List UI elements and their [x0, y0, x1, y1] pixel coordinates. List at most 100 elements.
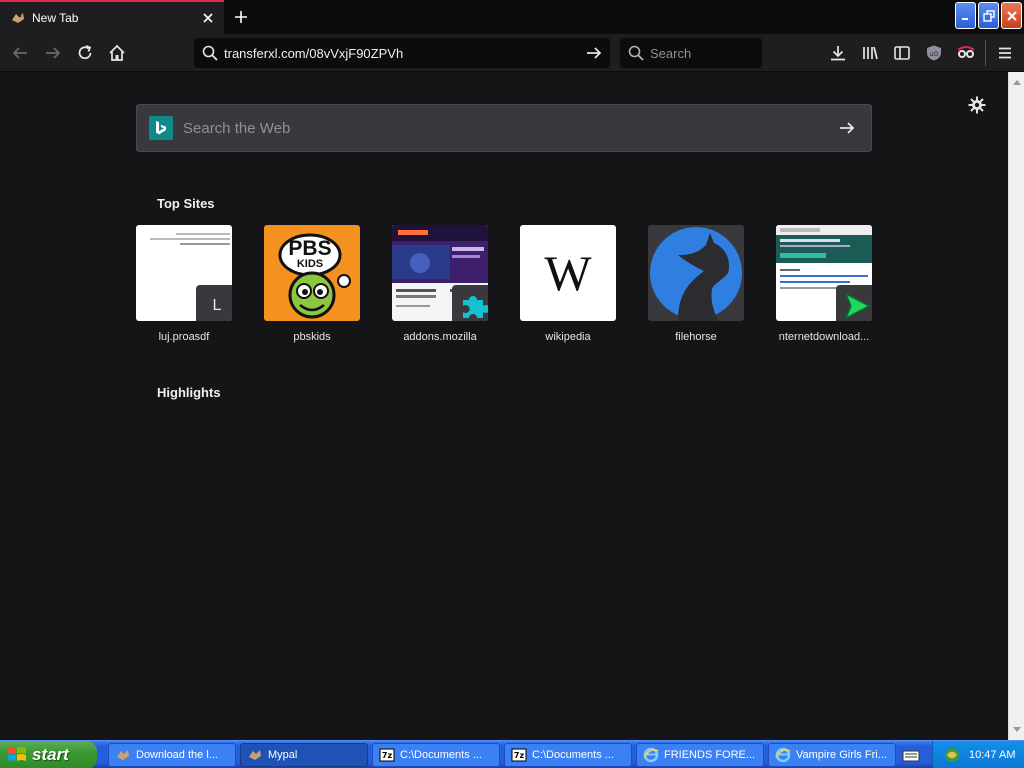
- site-label: luj.proasdf: [158, 331, 210, 343]
- search-bar[interactable]: Search: [620, 38, 762, 68]
- taskbar-item-active[interactable]: Mypal: [240, 743, 368, 767]
- back-button[interactable]: [6, 39, 34, 67]
- site-label: addons.mozilla: [403, 331, 477, 343]
- close-tab-icon[interactable]: [196, 6, 220, 30]
- idm-arrow-icon: [844, 292, 871, 320]
- taskbar-item-label: Download the l...: [136, 749, 218, 761]
- library-button[interactable]: [856, 39, 884, 67]
- start-label: start: [32, 745, 69, 764]
- taskbar-item-label: FRIENDS FORE...: [664, 749, 756, 761]
- search-placeholder: Search: [650, 45, 692, 61]
- taskbar-item[interactable]: 7z C:\Documents ...: [372, 743, 500, 767]
- window-controls: [955, 2, 1022, 29]
- site-label: nternetdownload...: [778, 331, 870, 343]
- downloads-button[interactable]: [824, 39, 852, 67]
- taskbar-item[interactable]: FRIENDS FORE...: [636, 743, 764, 767]
- minimize-button[interactable]: [955, 2, 976, 29]
- menu-button[interactable]: [991, 39, 1019, 67]
- close-window-button[interactable]: [1001, 2, 1022, 29]
- web-search-placeholder: Search the Web: [183, 119, 291, 137]
- taskbar-item-label: Mypal: [268, 749, 298, 761]
- scroll-up-arrow-icon[interactable]: [1011, 76, 1023, 88]
- new-tab-page: Search the Web Top Sites L luj.proasdf P…: [0, 72, 1008, 740]
- tab-title: New Tab: [32, 11, 79, 25]
- url-text[interactable]: transferxl.com/08vVxjF90ZPVh: [224, 46, 582, 61]
- restore-button[interactable]: [978, 2, 999, 29]
- web-search-box[interactable]: Search the Web: [136, 104, 872, 152]
- home-button[interactable]: [103, 39, 131, 67]
- site-thumbnail: [392, 225, 488, 321]
- top-site-tile[interactable]: filehorse: [648, 225, 744, 343]
- keyboard-language-icon[interactable]: [902, 747, 920, 763]
- library-icon: [863, 46, 878, 60]
- highlights-heading: Highlights: [157, 385, 221, 400]
- new-tab-plus-icon[interactable]: [228, 4, 254, 30]
- bing-logo-icon: [149, 116, 173, 140]
- tab-new-tab[interactable]: New Tab: [0, 0, 224, 34]
- mypal-favicon-icon: [12, 13, 24, 23]
- mask-extension-icon: [957, 46, 975, 58]
- download-icon: [831, 46, 845, 61]
- toolbar-separator: [985, 40, 986, 66]
- top-site-tile[interactable]: addons.mozilla: [392, 225, 488, 343]
- start-button[interactable]: start: [0, 741, 97, 768]
- web-search-submit-icon[interactable]: [835, 116, 859, 140]
- taskbar-item[interactable]: 7z C:\Documents ...: [504, 743, 632, 767]
- customize-gear-icon[interactable]: [966, 94, 988, 116]
- sidebar-icon: [894, 46, 910, 60]
- tab-strip: New Tab: [0, 0, 1024, 34]
- top-site-tile[interactable]: nternetdownload...: [776, 225, 872, 343]
- top-site-tile[interactable]: L luj.proasdf: [136, 225, 232, 343]
- url-bar[interactable]: transferxl.com/08vVxjF90ZPVh: [194, 38, 610, 68]
- reload-icon: [78, 45, 92, 60]
- forward-arrow-icon: [46, 47, 61, 59]
- site-label: filehorse: [675, 331, 717, 343]
- hamburger-menu-icon: [999, 47, 1011, 59]
- site-letter-badge: L: [196, 285, 232, 321]
- site-thumbnail: [776, 225, 872, 321]
- navigation-toolbar: transferxl.com/08vVxjF90ZPVh Search uO: [0, 34, 1024, 72]
- taskbar-item[interactable]: Vampire Girls Fri...: [768, 743, 896, 767]
- site-label: wikipedia: [545, 331, 591, 343]
- idm-badge: [836, 285, 872, 321]
- pbskids-logo: PBS KIDS: [264, 225, 360, 321]
- svg-text:7z: 7z: [382, 751, 393, 760]
- reload-button[interactable]: [71, 39, 99, 67]
- internet-explorer-icon: [643, 747, 659, 763]
- top-site-tile[interactable]: PBS KIDS pbskids: [264, 225, 360, 343]
- 7zip-icon: 7z: [511, 748, 527, 762]
- top-sites-heading: Top Sites: [157, 196, 215, 211]
- windows-taskbar: start Download the l... Mypal 7z C:\Docu…: [0, 740, 1024, 768]
- addons-puzzle-badge: [452, 285, 488, 321]
- svg-text:7z: 7z: [514, 751, 525, 760]
- go-arrow-icon[interactable]: [582, 41, 606, 65]
- taskbar-item-label: C:\Documents ...: [400, 749, 482, 761]
- network-tray-icon[interactable]: [943, 746, 961, 764]
- clock[interactable]: 10:47 AM: [969, 749, 1015, 761]
- top-site-tile[interactable]: W wikipedia: [520, 225, 616, 343]
- sidebar-button[interactable]: [888, 39, 916, 67]
- puzzle-piece-icon: [463, 296, 488, 318]
- wikipedia-w-glyph: W: [544, 245, 592, 301]
- taskbar-item-label: C:\Documents ...: [532, 749, 614, 761]
- search-icon: [202, 45, 218, 61]
- internet-explorer-icon: [775, 747, 791, 763]
- 7zip-icon: 7z: [379, 748, 395, 762]
- kids-logo-text: KIDS: [296, 258, 324, 270]
- system-tray: 10:47 AM: [932, 741, 1024, 768]
- ublock-shield-icon: uO: [927, 45, 941, 61]
- windows-logo-icon: [8, 747, 26, 761]
- ublock-button[interactable]: uO: [920, 39, 948, 67]
- wikipedia-logo: W: [520, 225, 616, 321]
- taskbar-item-label: Vampire Girls Fri...: [796, 749, 887, 761]
- vertical-scrollbar[interactable]: [1008, 72, 1024, 740]
- mypal-app-icon: [117, 750, 129, 760]
- scroll-down-arrow-icon[interactable]: [1011, 724, 1023, 736]
- back-arrow-icon: [12, 47, 27, 59]
- site-thumbnail: L: [136, 225, 232, 321]
- forward-button[interactable]: [39, 39, 67, 67]
- taskbar-item[interactable]: Download the l...: [108, 743, 236, 767]
- extension-button[interactable]: [952, 39, 980, 67]
- home-icon: [109, 44, 125, 61]
- filehorse-logo: [648, 225, 744, 321]
